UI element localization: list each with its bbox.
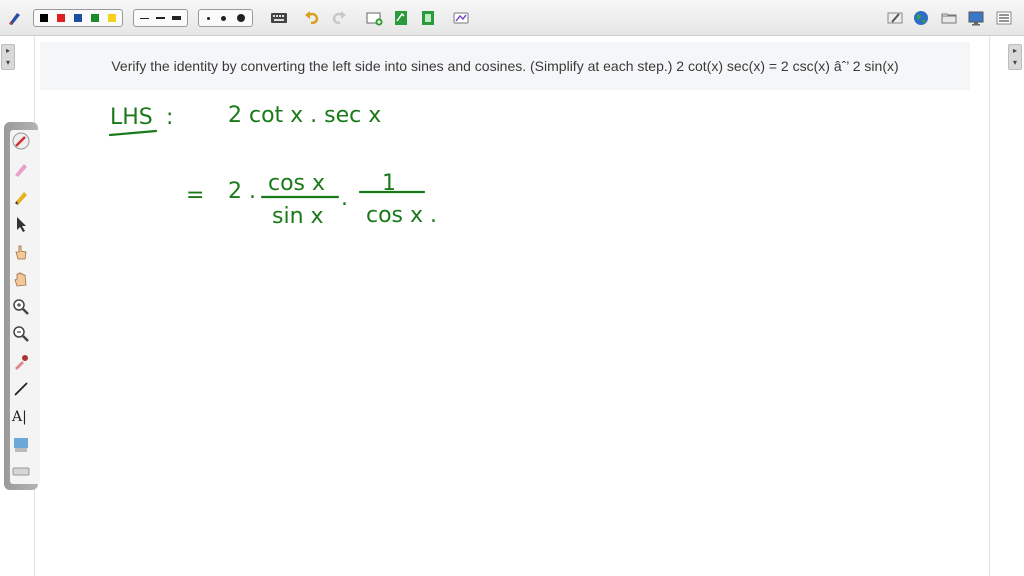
- step-coefficient: 2 .: [228, 179, 256, 204]
- lhs-label: LHS: [110, 105, 153, 130]
- pointer-hand-icon[interactable]: [12, 243, 30, 261]
- pan-hand-icon[interactable]: [12, 270, 30, 288]
- multiplication-dot: .: [341, 186, 348, 211]
- lhs-colon: :: [166, 105, 173, 130]
- text-tool-icon[interactable]: A|: [12, 408, 32, 426]
- fraction1-denominator: sin x: [272, 204, 324, 229]
- step-equals-sign: =: [186, 183, 204, 208]
- zoom-in-icon[interactable]: [12, 298, 30, 316]
- line-tool-icon[interactable]: [12, 380, 30, 398]
- highlighter-tool-icon[interactable]: [12, 160, 30, 178]
- whiteboard-ink: LHS : 2 cot x . sec x = 2 . cos x sin x …: [108, 103, 437, 229]
- tool-palette: A|: [4, 122, 40, 490]
- pen-tool-icon[interactable]: [12, 132, 30, 150]
- image-tool-icon[interactable]: [12, 436, 30, 454]
- keyboard-tool-icon[interactable]: [12, 462, 30, 480]
- lhs-underline: [108, 129, 158, 137]
- eyedropper-icon[interactable]: [12, 353, 30, 371]
- fraction1-numerator: cos x: [268, 171, 325, 196]
- marker-tool-icon[interactable]: [12, 188, 30, 206]
- fraction2-denominator: cos x .: [366, 203, 437, 228]
- lhs-expression: 2 cot x . sec x: [228, 103, 381, 128]
- select-arrow-icon[interactable]: [12, 215, 30, 233]
- zoom-out-icon[interactable]: [12, 325, 30, 343]
